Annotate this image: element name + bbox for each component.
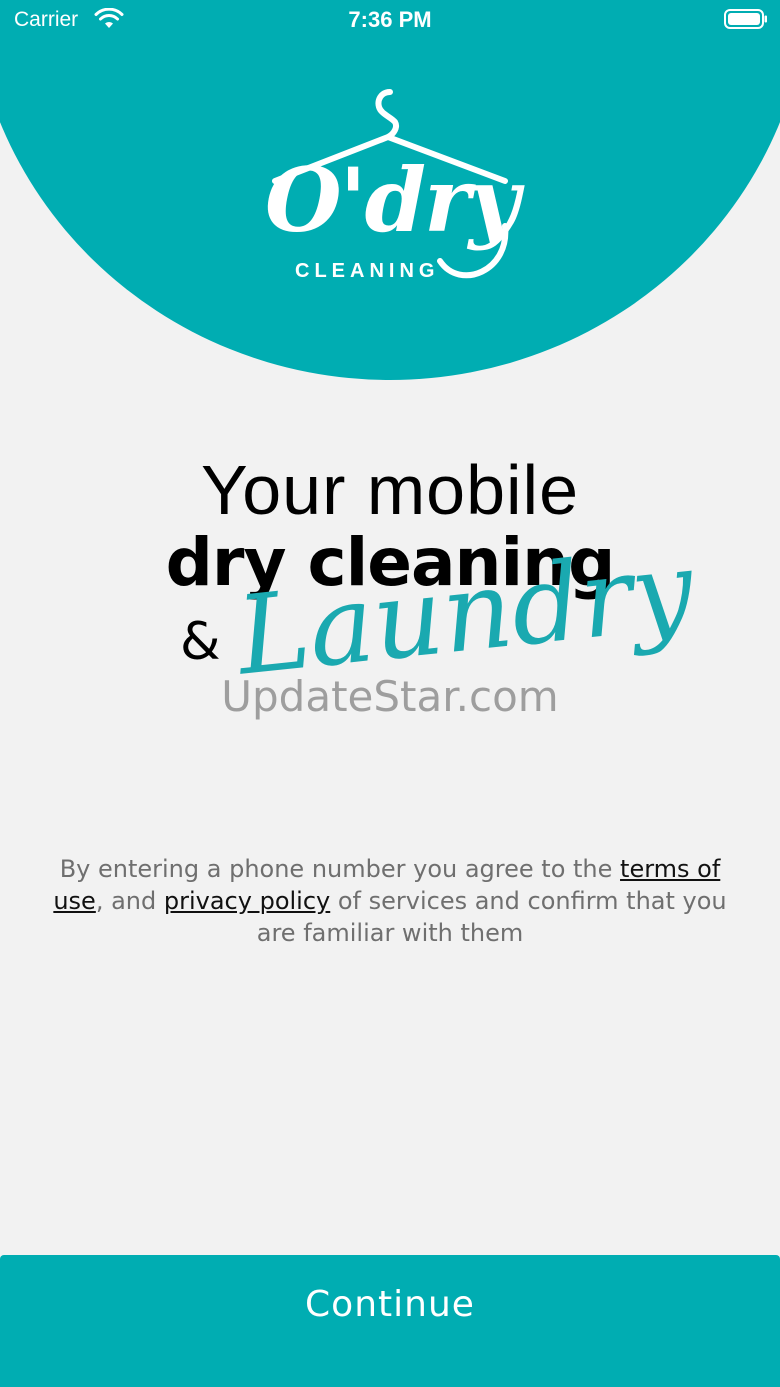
- headline-line-1: Your mobile: [200, 451, 580, 529]
- watermark: UpdateStar.com: [221, 672, 559, 721]
- headline-ampersand: &: [180, 612, 221, 672]
- battery-icon: [724, 9, 767, 29]
- legal-text: By entering a phone number you agree to …: [44, 853, 736, 949]
- status-time: 7:36 PM: [348, 7, 432, 32]
- logo-subtitle: CLEANING: [295, 260, 440, 282]
- privacy-policy-link[interactable]: privacy policy: [164, 887, 330, 915]
- legal-prefix: By entering a phone number you agree to …: [59, 855, 621, 883]
- logo-wordmark: O'dry: [265, 148, 520, 252]
- continue-button[interactable]: Continue: [0, 1255, 780, 1387]
- status-bar: Carrier 7:36 PM: [0, 0, 780, 40]
- legal-middle: , and: [95, 887, 164, 915]
